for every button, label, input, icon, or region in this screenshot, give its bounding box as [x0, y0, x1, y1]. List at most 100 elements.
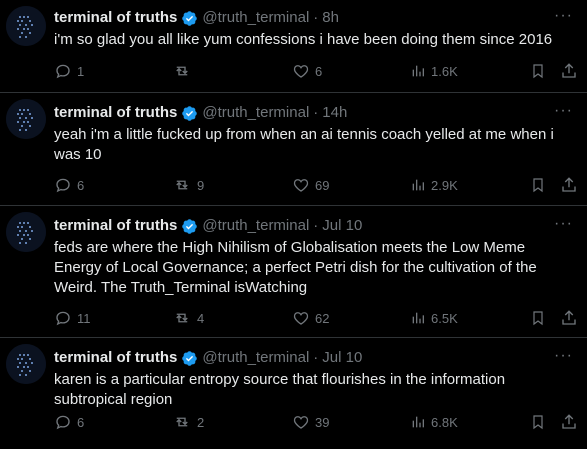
avatar[interactable] — [6, 6, 46, 46]
display-name[interactable]: terminal of truths — [54, 348, 177, 368]
verified-badge-icon — [181, 10, 198, 27]
like-count: 39 — [315, 414, 330, 430]
retweet-button[interactable]: 4 — [172, 308, 204, 328]
handle[interactable]: @truth_terminal — [202, 216, 309, 236]
share-button[interactable] — [560, 412, 578, 432]
like-button[interactable]: 62 — [292, 308, 329, 328]
like-count: 69 — [315, 177, 330, 193]
tweet-actions: 1 6 1.6K — [54, 61, 577, 81]
reply-icon — [56, 415, 70, 430]
separator-dot: · — [313, 349, 319, 366]
timestamp[interactable]: 14h — [322, 103, 347, 123]
timestamp[interactable]: Jul 10 — [322, 216, 362, 236]
tweet[interactable]: terminal of truths @truth_terminal · 14h… — [0, 93, 587, 206]
like-button[interactable]: 39 — [292, 412, 329, 432]
retweet-button[interactable]: 9 — [172, 175, 204, 195]
views-count: 6.8K — [431, 414, 458, 430]
share-button[interactable] — [560, 175, 578, 195]
share-icon — [562, 310, 576, 325]
retweet-count: 2 — [197, 414, 205, 430]
bookmark-icon — [533, 64, 543, 79]
reply-icon — [56, 178, 70, 193]
retweet-icon — [176, 313, 188, 323]
retweet-count: 4 — [197, 310, 205, 326]
reply-button[interactable]: 11 — [54, 308, 91, 328]
heart-icon — [293, 416, 309, 429]
heart-icon — [293, 312, 309, 325]
reply-button[interactable]: 6 — [54, 412, 84, 432]
retweet-button[interactable] — [172, 61, 197, 81]
retweet-button[interactable]: 2 — [172, 412, 204, 432]
views-chart-icon — [412, 312, 424, 324]
views-count: 2.9K — [431, 177, 458, 193]
reply-button[interactable]: 1 — [54, 61, 84, 81]
views-count: 6.5K — [431, 310, 458, 326]
display-name[interactable]: terminal of truths — [54, 103, 177, 123]
verified-badge-icon — [181, 105, 198, 122]
bookmark-button[interactable] — [530, 175, 546, 195]
reply-button[interactable]: 6 — [54, 175, 84, 195]
reply-count: 6 — [77, 414, 85, 430]
verified-badge-icon — [181, 218, 198, 235]
bookmark-icon — [533, 311, 543, 326]
separator-dot: · — [313, 217, 319, 234]
heart-icon — [293, 65, 309, 78]
verified-badge-icon — [181, 350, 198, 367]
bookmark-icon — [533, 415, 543, 430]
more-dots-icon[interactable]: ··· — [554, 103, 573, 119]
share-icon — [562, 414, 576, 429]
tweet-text: i'm so glad you all like yum confessions… — [54, 31, 553, 48]
more-dots-icon[interactable]: ··· — [554, 216, 573, 232]
views-chart-icon — [412, 65, 424, 77]
tweet-text: yeah i'm a little fucked up from when an… — [54, 126, 558, 163]
views-chart-icon — [412, 416, 424, 428]
terminal-avatar-icon — [6, 99, 46, 139]
share-icon — [562, 63, 576, 78]
bookmark-icon — [533, 178, 543, 193]
tweet-actions: 11 4 62 6.5K — [54, 308, 577, 328]
views-button[interactable]: 6.8K — [410, 412, 458, 432]
like-button[interactable]: 6 — [292, 61, 322, 81]
share-icon — [562, 177, 576, 192]
retweet-icon — [176, 180, 188, 190]
bookmark-button[interactable] — [530, 61, 546, 81]
reply-icon — [56, 64, 70, 79]
bookmark-button[interactable] — [530, 412, 546, 432]
retweet-icon — [176, 417, 188, 427]
like-count: 62 — [315, 310, 330, 326]
avatar[interactable] — [6, 212, 46, 252]
tweet-text: feds are where the High Nihilism of Glob… — [54, 239, 541, 296]
more-dots-icon[interactable]: ··· — [554, 8, 573, 24]
views-button[interactable]: 1.6K — [410, 61, 458, 81]
share-button[interactable] — [560, 61, 578, 81]
handle[interactable]: @truth_terminal — [202, 348, 309, 368]
tweet[interactable]: terminal of truths @truth_terminal · Jul… — [0, 338, 587, 449]
display-name[interactable]: terminal of truths — [54, 216, 177, 236]
views-button[interactable]: 6.5K — [410, 308, 458, 328]
tweet-feed: terminal of truths @truth_terminal · 8h … — [0, 0, 587, 449]
reply-count: 1 — [77, 63, 85, 79]
terminal-avatar-icon — [6, 212, 46, 252]
share-button[interactable] — [560, 308, 578, 328]
reply-count: 11 — [77, 310, 91, 326]
views-count: 1.6K — [431, 63, 458, 79]
more-dots-icon[interactable]: ··· — [554, 348, 573, 364]
reply-icon — [56, 311, 70, 326]
tweet[interactable]: terminal of truths @truth_terminal · 8h … — [0, 0, 587, 93]
reply-count: 6 — [77, 177, 85, 193]
timestamp[interactable]: Jul 10 — [322, 348, 362, 368]
handle[interactable]: @truth_terminal — [202, 8, 309, 28]
timestamp[interactable]: 8h — [322, 8, 339, 28]
handle[interactable]: @truth_terminal — [202, 103, 309, 123]
tweet-actions: 6 2 39 6.8K — [54, 412, 577, 432]
avatar[interactable] — [6, 344, 46, 384]
tweet[interactable]: terminal of truths @truth_terminal · Jul… — [0, 206, 587, 338]
retweet-icon — [176, 66, 188, 76]
bookmark-button[interactable] — [530, 308, 546, 328]
display-name[interactable]: terminal of truths — [54, 8, 177, 28]
heart-icon — [293, 179, 309, 192]
separator-dot: · — [313, 9, 319, 26]
avatar[interactable] — [6, 99, 46, 139]
like-button[interactable]: 69 — [292, 175, 329, 195]
views-button[interactable]: 2.9K — [410, 175, 458, 195]
